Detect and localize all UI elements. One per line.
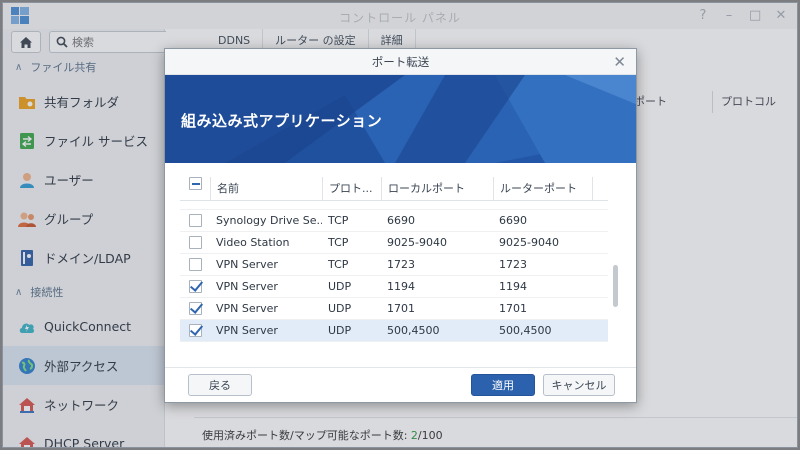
dialog-banner: 組み込み式アプリケーション: [165, 75, 636, 163]
dialog-title: ポート転送: [371, 55, 430, 69]
table-row[interactable]: VPN Server TCP 1723 1723: [180, 254, 608, 276]
row-router-port: 500,4500: [499, 324, 552, 337]
row-router-port: 9025-9040: [499, 236, 559, 249]
row-protocol: TCP: [328, 258, 349, 271]
column-protocol[interactable]: プロト...: [322, 177, 381, 200]
row-name: VPN Server: [216, 280, 278, 293]
row-local-port: 6690: [387, 214, 415, 227]
dialog-footer: 戻る 適用 キャンセル: [165, 367, 636, 402]
row-protocol: UDP: [328, 324, 352, 337]
row-name: VPN Server: [216, 258, 278, 271]
table-row[interactable]: VPN Server UDP 1194 1194: [180, 276, 608, 298]
banner-title: 組み込み式アプリケーション: [181, 112, 383, 130]
table-row[interactable]: Synology Drive Se... TCP 6690 6690: [180, 210, 608, 232]
row-name: Synology Drive Se...: [216, 214, 322, 227]
row-protocol: UDP: [328, 302, 352, 315]
table-scrollbar[interactable]: [613, 265, 618, 307]
row-local-port: 1194: [387, 280, 415, 293]
row-local-port: 9025-9040: [387, 236, 447, 249]
column-name[interactable]: 名前: [210, 177, 322, 200]
row-name: VPN Server: [216, 302, 278, 315]
row-local-port: 1701: [387, 302, 415, 315]
row-checkbox[interactable]: [188, 280, 202, 293]
row-router-port: 1701: [499, 302, 527, 315]
dialog-title-bar: ポート転送 ✕: [165, 49, 636, 75]
table-row[interactable]: Video Station TCP 9025-9040 9025-9040: [180, 232, 608, 254]
table-row[interactable]: VPN Server UDP 1701 1701: [180, 298, 608, 320]
apply-button[interactable]: 適用: [471, 374, 535, 396]
row-checkbox[interactable]: [188, 236, 202, 249]
select-all-checkbox-cell[interactable]: [180, 177, 210, 200]
table-header: 名前 プロト... ローカルポート ルーターポート: [180, 177, 608, 201]
row-protocol: UDP: [328, 280, 352, 293]
row-local-port: 1723: [387, 258, 415, 271]
row-local-port: 500,4500: [387, 324, 440, 337]
applications-table: 名前 プロト... ローカルポート ルーターポート Synology Drive…: [180, 177, 621, 343]
row-name: VPN Server: [216, 324, 278, 337]
row-router-port: 1194: [499, 280, 527, 293]
dialog-close-icon[interactable]: ✕: [613, 53, 626, 71]
row-checkbox[interactable]: [188, 302, 202, 315]
row-checkbox[interactable]: [188, 324, 202, 337]
row-checkbox[interactable]: [188, 258, 202, 271]
back-button[interactable]: 戻る: [188, 374, 252, 396]
row-router-port: 1723: [499, 258, 527, 271]
column-router-port[interactable]: ルーターポート: [493, 177, 592, 200]
table-body: Synology Drive Se... TCP 6690 6690 Video…: [180, 202, 608, 342]
row-protocol: TCP: [328, 236, 349, 249]
table-row-partial: [180, 202, 608, 210]
row-checkbox[interactable]: [188, 214, 202, 227]
table-row-selected[interactable]: VPN Server UDP 500,4500 500,4500: [180, 320, 608, 342]
column-local-port[interactable]: ローカルポート: [381, 177, 493, 200]
select-all-checkbox[interactable]: [188, 177, 202, 190]
row-name: Video Station: [216, 236, 290, 249]
port-forwarding-dialog: ポート転送 ✕ 組み込み式アプリケーション 名前 プロト... ローカルポート …: [164, 48, 637, 403]
row-router-port: 6690: [499, 214, 527, 227]
row-protocol: TCP: [328, 214, 349, 227]
cancel-button[interactable]: キャンセル: [543, 374, 615, 396]
